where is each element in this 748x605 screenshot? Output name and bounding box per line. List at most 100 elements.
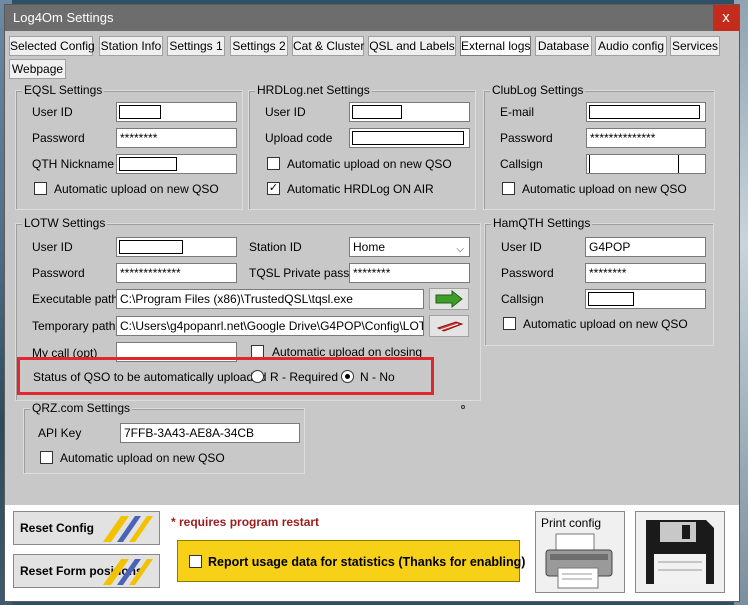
clublog-auto-upload-label: Automatic upload on new QSO [522, 182, 687, 196]
hrdlog-upload-code-label: Upload code [265, 131, 333, 145]
lotw-tqsl-pass-label: TQSL Private pass [249, 266, 350, 280]
tab-qsl-labels[interactable]: QSL and Labels [368, 36, 456, 56]
eqsl-qth-label: QTH Nickname [32, 157, 115, 171]
eqsl-settings-group: EQSL Settings User ID Password ******** … [15, 83, 243, 210]
hrdlog-on-air-label: Automatic HRDLog ON AIR [287, 182, 434, 196]
clublog-password-field[interactable]: ************** [586, 128, 706, 148]
hamqth-callsign-label: Callsign [501, 292, 544, 306]
tab-strip: Selected Config Station Info Settings 1 … [5, 31, 739, 81]
usage-statistics-label: Report usage data for statistics (Thanks… [208, 555, 526, 569]
qrz-settings-title: QRZ.com Settings [30, 401, 133, 415]
tab-settings-1[interactable]: Settings 1 [167, 36, 225, 56]
lotw-station-id-dropdown[interactable]: Home ⌵ [349, 237, 470, 257]
status-radio-no-label: N - No [360, 370, 395, 384]
tab-audio-config[interactable]: Audio config [595, 36, 667, 56]
reset-form-positions-button[interactable]: Reset Form positions [13, 554, 160, 588]
small-marker-dot [461, 405, 465, 409]
hamqth-auto-upload-label: Automatic upload on new QSO [523, 317, 688, 331]
settings-window: Log4Om Settings x Selected Config Statio… [4, 4, 740, 602]
qrz-api-key-field[interactable]: 7FFB-3A43-AE8A-34CB [120, 423, 300, 443]
clublog-email-field[interactable] [586, 102, 706, 122]
hrdlog-user-id-field[interactable] [349, 102, 470, 122]
chevron-down-icon: ⌵ [456, 244, 464, 255]
tab-webpage[interactable]: Webpage [9, 59, 66, 79]
usage-statistics-box[interactable]: Report usage data for statistics (Thanks… [177, 540, 525, 582]
qrz-auto-upload-checkbox[interactable] [40, 451, 53, 464]
hrdlog-on-air-checkbox[interactable]: ✓ [267, 182, 280, 195]
tab-external-logs[interactable]: External logs [460, 36, 531, 56]
hrdlog-user-id-label: User ID [265, 105, 306, 119]
lotw-password-label: Password [32, 266, 85, 280]
print-config-label: Print config [541, 516, 602, 530]
hamqth-callsign-field[interactable] [585, 289, 706, 309]
qrz-api-key-label: API Key [38, 426, 82, 440]
clublog-callsign-label: Callsign [500, 157, 543, 171]
floppy-disk-icon [646, 520, 714, 584]
printer-icon [545, 533, 613, 589]
lotw-station-id-value: Home [353, 240, 386, 254]
browse-temp-button[interactable] [429, 315, 469, 337]
wave-icon [103, 516, 153, 542]
usage-statistics-checkbox[interactable] [189, 555, 202, 568]
clublog-email-label: E-mail [500, 105, 535, 119]
tab-selected-config[interactable]: Selected Config [9, 36, 95, 56]
reset-config-label: Reset Config [20, 521, 95, 535]
clublog-settings-title: ClubLog Settings [490, 83, 586, 97]
lotw-exe-path-field[interactable]: C:\Program Files (x86)\TrustedQSL\tqsl.e… [116, 289, 424, 309]
window-title: Log4Om Settings [13, 10, 114, 25]
hamqth-settings-title: HamQTH Settings [491, 216, 593, 230]
lotw-password-field[interactable]: ************* [116, 263, 237, 283]
eqsl-password-field[interactable]: ******** [116, 128, 237, 148]
hrdlog-auto-upload-label: Automatic upload on new QSO [287, 157, 452, 171]
tab-database[interactable]: Database [535, 36, 592, 56]
hamqth-user-id-field[interactable]: G4POP [585, 237, 706, 257]
lotw-temp-path-field[interactable]: C:\Users\g4popanrl.net\Google Drive\G4PO… [116, 316, 424, 336]
eqsl-user-id-label: User ID [32, 105, 73, 119]
hamqth-user-id-label: User ID [501, 240, 542, 254]
clublog-settings-group: ClubLog Settings E-mail Password *******… [483, 83, 715, 210]
tab-settings-2[interactable]: Settings 2 [230, 36, 288, 56]
redaction-box [588, 292, 634, 306]
hrdlog-auto-upload-checkbox[interactable] [267, 157, 280, 170]
redaction-box [119, 157, 177, 171]
hamqth-password-label: Password [501, 266, 554, 280]
qrz-settings-group: QRZ.com Settings API Key 7FFB-3A43-AE8A-… [23, 401, 305, 474]
save-config-button[interactable] [635, 511, 725, 593]
lotw-tqsl-pass-field[interactable]: ******** [349, 263, 470, 283]
clublog-auto-upload-checkbox[interactable] [502, 182, 515, 195]
eqsl-qth-field[interactable] [116, 154, 237, 174]
close-button[interactable]: x [713, 5, 739, 31]
status-radio-required-label: R - Required [270, 370, 339, 384]
hamqth-password-field[interactable]: ******** [585, 263, 706, 283]
reset-config-button[interactable]: Reset Config [13, 511, 160, 545]
hrdlog-settings-title: HRDLog.net Settings [255, 83, 372, 97]
wave-icon [103, 559, 153, 585]
status-radio-no[interactable] [341, 370, 354, 383]
redaction-box [352, 105, 402, 119]
tab-services[interactable]: Services [670, 36, 720, 56]
eqsl-user-id-field[interactable] [116, 102, 237, 122]
lotw-user-id-label: User ID [32, 240, 73, 254]
eqsl-auto-upload-checkbox[interactable] [34, 182, 47, 195]
status-radio-required[interactable] [251, 370, 264, 383]
clublog-password-label: Password [500, 131, 553, 145]
redaction-box [589, 105, 700, 119]
folder-icon [436, 321, 464, 332]
restart-note: * requires program restart [171, 515, 320, 529]
title-bar[interactable]: Log4Om Settings x [5, 5, 739, 31]
tab-station-info[interactable]: Station Info [99, 36, 163, 56]
hamqth-auto-upload-checkbox[interactable] [503, 317, 516, 330]
hrdlog-upload-code-field[interactable] [349, 128, 470, 148]
tab-cat-cluster[interactable]: Cat & Cluster [292, 36, 364, 56]
browse-exe-button[interactable] [429, 288, 469, 310]
lotw-settings-title: LOTW Settings [22, 216, 108, 230]
lotw-status-label: Status of QSO to be automatically upload… [33, 370, 267, 384]
eqsl-auto-upload-label: Automatic upload on new QSO [54, 182, 219, 196]
hamqth-settings-group: HamQTH Settings User ID G4POP Password *… [484, 216, 714, 346]
redaction-box [119, 105, 161, 119]
lotw-user-id-field[interactable] [116, 237, 237, 257]
redaction-box [589, 155, 679, 173]
clublog-callsign-field[interactable] [586, 154, 706, 174]
qso-status-highlight: Status of QSO to be automatically upload… [17, 357, 434, 395]
print-config-button[interactable]: Print config [535, 511, 625, 593]
